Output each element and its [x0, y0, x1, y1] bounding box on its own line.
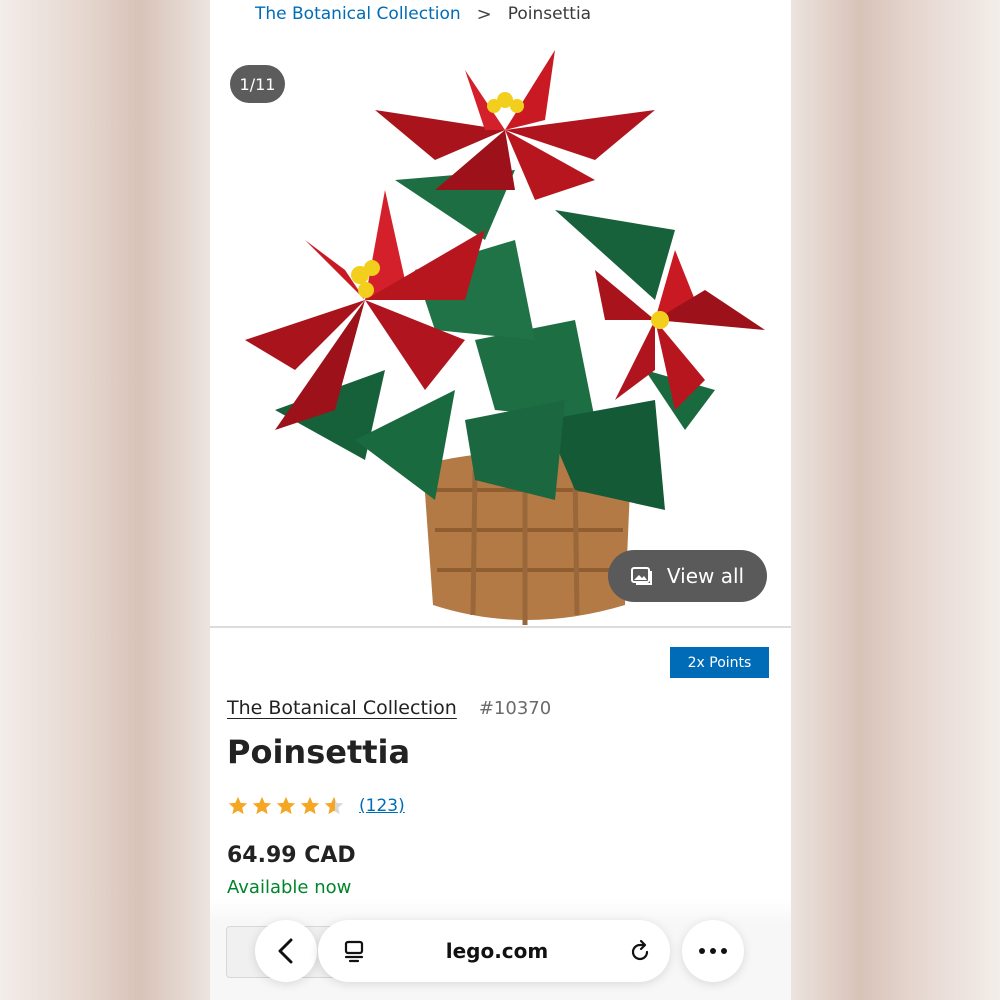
breadcrumb-parent-link[interactable]: The Botanical Collection [255, 4, 461, 24]
price: 64.99 CAD [227, 843, 356, 868]
star-icon [252, 796, 272, 815]
breadcrumb-separator: > [476, 3, 492, 25]
star-icon [276, 796, 296, 815]
product-meta: The Botanical Collection #10370 [227, 697, 551, 719]
breadcrumb: The Botanical Collection > Poinsettia [255, 3, 591, 25]
review-count-link[interactable]: (123) [359, 796, 405, 816]
theme-link[interactable]: The Botanical Collection [227, 697, 457, 719]
chevron-left-icon [278, 938, 293, 964]
view-all-label: View all [666, 564, 745, 588]
address-bar[interactable]: lego.com [318, 920, 670, 982]
browser-viewport: The Botanical Collection > Poinsettia 1/… [210, 0, 791, 1000]
divider [210, 626, 791, 628]
view-all-button[interactable]: View all [608, 550, 767, 602]
half-star-icon [324, 796, 344, 815]
url-text[interactable]: lego.com [446, 939, 549, 963]
more-button[interactable] [682, 920, 744, 982]
rating: (123) [227, 795, 405, 817]
reload-icon[interactable] [628, 939, 652, 963]
image-counter: 1/11 [230, 65, 285, 103]
star-icon [228, 796, 248, 815]
more-icon [699, 948, 727, 954]
product-gallery[interactable]: 1/11 View all [210, 40, 791, 625]
breadcrumb-current: Poinsettia [507, 4, 592, 24]
browser-toolbar: lego.com [210, 898, 791, 1000]
back-button[interactable] [255, 920, 317, 982]
image-icon [630, 567, 652, 585]
availability-status: Available now [227, 877, 352, 898]
tabs-icon[interactable] [342, 939, 366, 963]
star-icon [300, 796, 320, 815]
set-number: #10370 [478, 698, 552, 719]
product-image[interactable] [235, 40, 765, 625]
product-title: Poinsettia [227, 733, 411, 771]
points-badge: 2x Points [670, 647, 769, 678]
star-rating [227, 795, 345, 817]
